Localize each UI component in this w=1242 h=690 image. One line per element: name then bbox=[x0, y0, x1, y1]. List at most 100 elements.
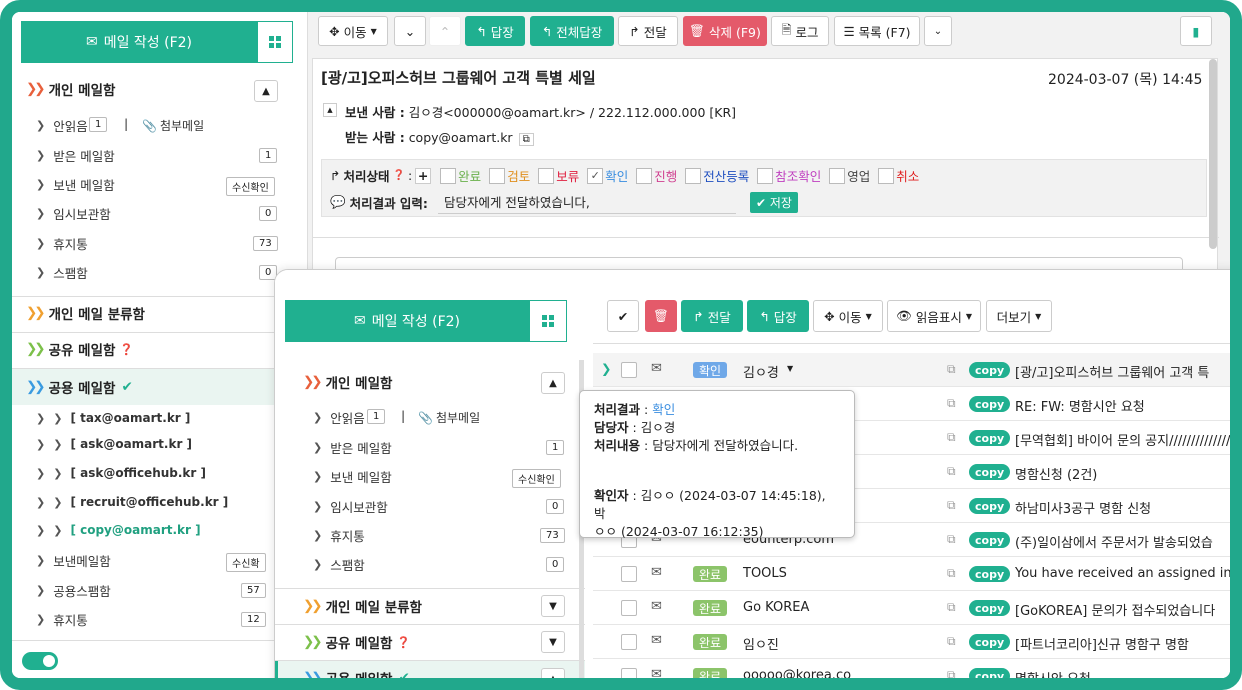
compose-button[interactable]: ✉ 메일 작성 (F2) bbox=[21, 21, 257, 63]
copy-icon[interactable]: ⧉ bbox=[947, 430, 956, 445]
more-dropdown[interactable]: ⌄ bbox=[924, 16, 952, 46]
mail-row[interactable]: ✉ 완료 임ㅇ진 ⧉ copy [파트너코리아]신규 명함구 명함 bbox=[593, 625, 1230, 659]
status-checkbox[interactable] bbox=[440, 167, 457, 184]
caret-down-icon[interactable]: ▼ bbox=[787, 364, 793, 373]
select-all-button[interactable]: ✔ bbox=[607, 300, 639, 332]
expand-button[interactable]: ▼ bbox=[541, 595, 565, 617]
row-checkbox[interactable] bbox=[621, 362, 637, 378]
sidebar-item-public-trash[interactable]: ❯ 휴지통 bbox=[36, 610, 88, 629]
result-input[interactable]: 담당자에게 전달하였습니다, bbox=[437, 190, 736, 214]
copy-icon[interactable]: ⧉ bbox=[518, 133, 534, 146]
sidebar-item-trash[interactable]: ❯ 휴지통 bbox=[36, 234, 88, 253]
sidebar-item-spam[interactable]: ❯ 스팸함 bbox=[313, 555, 365, 574]
personal-category-header[interactable]: ❯❯ 개인 메일 분류함 bbox=[275, 595, 585, 617]
status-checkbox[interactable] bbox=[538, 167, 555, 184]
subject[interactable]: [무역협회] 바이어 문의 공지/////////////// bbox=[1015, 430, 1230, 449]
mail-row[interactable]: ✉ 완료 TOOLS ⧉ copy You have received an assign… bbox=[593, 557, 1230, 591]
mark-read-dropdown[interactable]: 👁 읽음표시 ▼ bbox=[887, 300, 981, 332]
copy-icon[interactable]: ⧉ bbox=[947, 566, 956, 581]
shared-account-item[interactable]: ❯ ❯[ tax@oamart.kr ] bbox=[36, 411, 190, 425]
reply-button[interactable]: ↰ 답장 bbox=[465, 16, 525, 46]
personal-category-header[interactable]: ❯❯ 개인 메일 분류함 bbox=[12, 302, 307, 324]
compose-button[interactable]: ✉ 메일 작성 (F2) bbox=[285, 300, 529, 342]
copy-icon[interactable]: ⧉ bbox=[947, 634, 956, 649]
sidebar-item-drafts[interactable]: ❯ 임시보관함 bbox=[313, 497, 388, 516]
sidebar-item-unread[interactable]: ❯ 안읽음 bbox=[36, 116, 88, 135]
mail-row[interactable]: ❯ ✉ 확인 김ㅇ경 ▼ ⧉ copy [광/고]오피스허브 그룹웨어 고객 특 bbox=[593, 353, 1230, 387]
mail-row[interactable]: ✉ 완료 ooooo@korea.co ⧉ copy 명함시안 요청 bbox=[593, 659, 1230, 678]
collapse-button[interactable]: ▲ bbox=[541, 372, 565, 394]
copy-icon[interactable]: ⧉ bbox=[947, 464, 956, 479]
sidebar-item-inbox[interactable]: ❯ 받은 메일함 bbox=[36, 146, 115, 165]
more-dropdown[interactable]: 더보기 ▼ bbox=[986, 300, 1052, 332]
delete-button[interactable]: 🗑 삭제 (F9) bbox=[683, 16, 767, 46]
read-receipt-button[interactable]: 수신확인 bbox=[226, 177, 275, 196]
status-checkbox[interactable] bbox=[685, 167, 702, 184]
status-checkbox[interactable] bbox=[489, 167, 506, 184]
layout-toggle-button[interactable] bbox=[257, 21, 293, 63]
sidebar-item-sent[interactable]: ❯ 보낸 메일함 bbox=[313, 467, 392, 486]
subject[interactable]: 명함신청 (2건) bbox=[1015, 464, 1097, 483]
prev-button[interactable]: ⌃ bbox=[429, 16, 461, 46]
layout-toggle-button[interactable] bbox=[529, 300, 567, 342]
delete-button[interactable]: 🗑 bbox=[645, 300, 677, 332]
reply-button[interactable]: ↰ 답장 bbox=[747, 300, 809, 332]
sidebar-item-public-spam[interactable]: ❯ 공용스팸함 bbox=[36, 581, 111, 600]
sidebar-item-spam[interactable]: ❯ 스팸함 bbox=[36, 263, 88, 282]
status-checkbox[interactable]: ✓ bbox=[587, 167, 604, 184]
subject[interactable]: [GoKOREA] 문의가 접수되었습니다 bbox=[1015, 600, 1215, 619]
subject[interactable]: [파트너코리아]신규 명함구 명함 bbox=[1015, 634, 1189, 653]
log-button[interactable]: 🗎 로그 bbox=[771, 16, 829, 46]
public-mailbox-header[interactable]: ❯❯ 공용 메일함 ✔ bbox=[275, 667, 585, 678]
shared-mailbox-header[interactable]: ❯❯ 공유 메일함 ❓ bbox=[275, 631, 585, 653]
sidebar-item-drafts[interactable]: ❯ 임시보관함 bbox=[36, 204, 111, 223]
copy-icon[interactable]: ⧉ bbox=[947, 362, 956, 377]
move-dropdown[interactable]: ✥ 이동 ▼ bbox=[813, 300, 883, 332]
save-button[interactable]: ✔ 저장 bbox=[749, 191, 798, 213]
row-checkbox[interactable] bbox=[621, 600, 637, 616]
status-checkbox[interactable] bbox=[757, 167, 774, 184]
list-button[interactable]: ☰ 목록 (F7) bbox=[834, 16, 920, 46]
subject[interactable]: You have received an assigned inqu bbox=[1015, 566, 1230, 581]
copy-icon[interactable]: ⧉ bbox=[947, 396, 956, 411]
sidebar-item-public-sent[interactable]: ❯ 보낸메일함 bbox=[36, 551, 111, 570]
forward-button[interactable]: ↱ 전달 bbox=[681, 300, 743, 332]
help-icon[interactable]: ❓ bbox=[396, 636, 410, 649]
collapse-button[interactable]: ▲ bbox=[541, 668, 565, 678]
forward-button[interactable]: ↱ 전달 bbox=[618, 16, 678, 46]
shared-account-item[interactable]: ❯ ❯[ recruit@officehub.kr ] bbox=[36, 495, 228, 509]
status-checkbox[interactable] bbox=[878, 167, 895, 184]
personal-mailbox-header[interactable]: ❯❯ 개인 메일함 bbox=[275, 371, 585, 393]
sidebar-item-sent[interactable]: ❯ 보낸 메일함 bbox=[36, 175, 115, 194]
read-receipt-button[interactable]: 수신확 bbox=[226, 553, 266, 572]
plus-icon[interactable]: + bbox=[415, 167, 432, 184]
collapse-button[interactable]: ▲ bbox=[254, 80, 278, 102]
theme-toggle[interactable] bbox=[22, 652, 58, 670]
copy-icon[interactable]: ⧉ bbox=[947, 498, 956, 513]
row-checkbox[interactable] bbox=[621, 668, 637, 678]
shared-mailbox-header[interactable]: ❯❯ 공유 메일함 ❓ bbox=[12, 338, 307, 360]
subject[interactable]: 하남미사3공구 명함 신청 bbox=[1015, 498, 1151, 517]
row-checkbox[interactable] bbox=[621, 634, 637, 650]
shared-account-item[interactable]: ❯ ❯[ ask@officehub.kr ] bbox=[36, 466, 206, 480]
scrollbar[interactable] bbox=[1209, 59, 1217, 249]
public-mailbox-header[interactable]: ❯❯ 공용 메일함 ✔ bbox=[12, 376, 307, 398]
sidebar-item-attachment[interactable]: 📎 첨부메일 bbox=[418, 409, 480, 426]
reply-all-button[interactable]: ↰ 전체답장 bbox=[530, 16, 614, 46]
help-icon[interactable]: ❓ bbox=[119, 343, 133, 356]
subject[interactable]: (주)일이삼에서 주문서가 발송되었습 bbox=[1015, 532, 1213, 551]
read-receipt-button[interactable]: 수신확인 bbox=[512, 469, 561, 488]
book-button[interactable]: ▮ bbox=[1180, 16, 1212, 46]
expand-button[interactable]: ▼ bbox=[541, 631, 565, 653]
shared-account-item[interactable]: ❯ ❯[ ask@oamart.kr ] bbox=[36, 437, 192, 451]
copy-icon[interactable]: ⧉ bbox=[947, 600, 956, 615]
sidebar-item-unread[interactable]: ❯ 안읽음 bbox=[313, 408, 365, 427]
move-dropdown[interactable]: ✥ 이동 ▼ bbox=[318, 16, 388, 46]
sidebar-item-attachment[interactable]: 📎 첨부메일 bbox=[142, 117, 204, 134]
mail-row[interactable]: ✉ 완료 Go KOREA ⧉ copy [GoKOREA] 문의가 접수되었습니다 bbox=[593, 591, 1230, 625]
subject[interactable]: RE: FW: 명함시안 요청 bbox=[1015, 396, 1145, 415]
sidebar-item-trash[interactable]: ❯ 휴지통 bbox=[313, 526, 365, 545]
shared-account-item-selected[interactable]: ❯ ❯[ copy@oamart.kr ] bbox=[36, 523, 201, 537]
collapse-header-button[interactable]: ▲ bbox=[323, 103, 337, 117]
help-icon[interactable]: ❓ bbox=[393, 170, 405, 181]
